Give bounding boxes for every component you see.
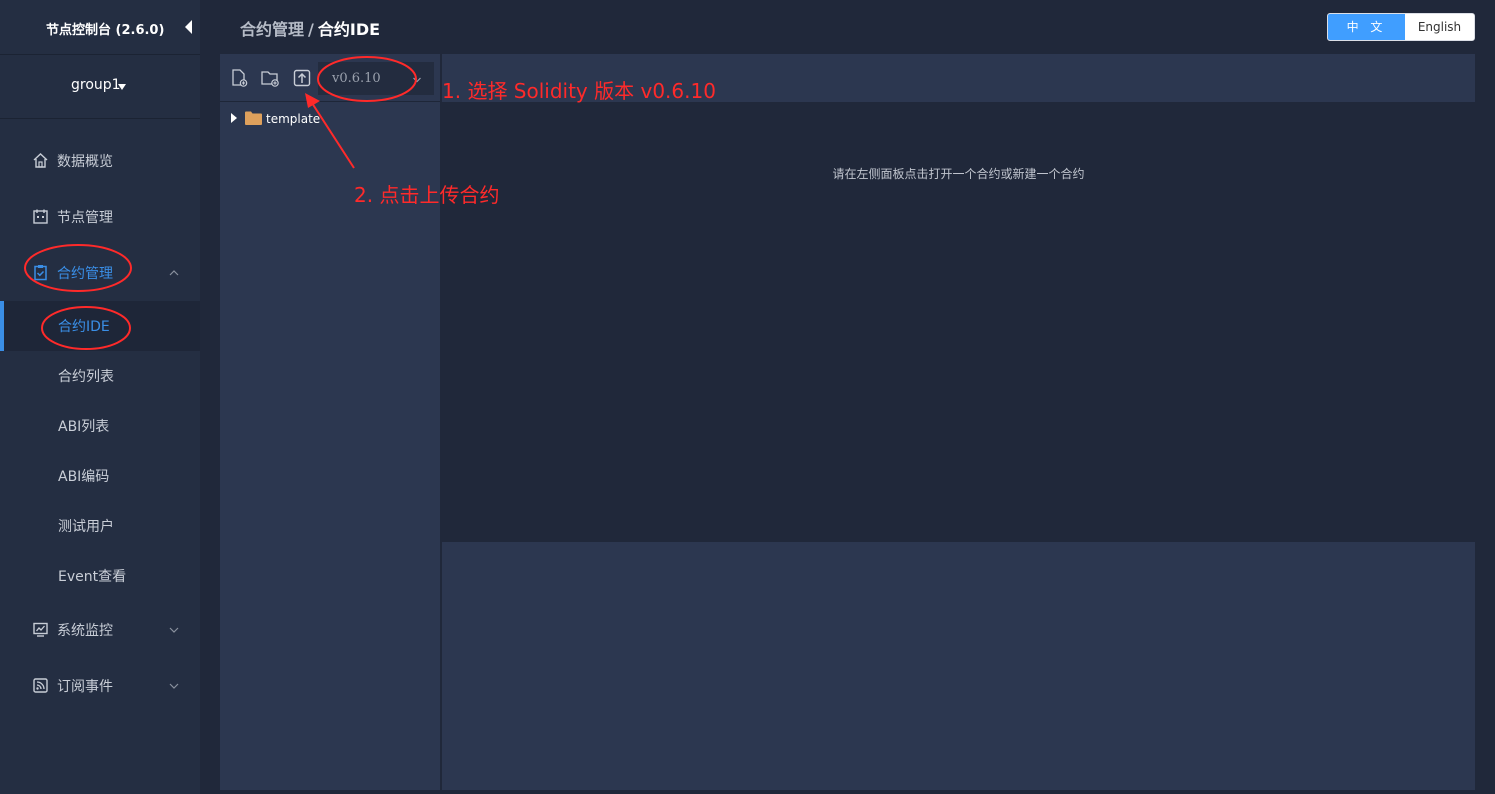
menu-label-monitor: 系统监控 <box>57 623 113 639</box>
tree-item-label: template <box>266 112 321 126</box>
breadcrumb-parent[interactable]: 合约管理 <box>240 20 304 39</box>
submenu-item-abi-list[interactable]: ABI列表 <box>0 401 200 451</box>
editor-console <box>442 542 1475 790</box>
clipboard-icon <box>34 265 47 281</box>
page-header: 合约管理 / 合约IDE 中 文 English <box>200 0 1495 54</box>
chevron-down-icon <box>169 683 179 689</box>
folder-icon <box>245 111 262 125</box>
caret-down-icon <box>118 84 126 90</box>
chevron-down-icon <box>169 627 179 633</box>
rss-icon <box>33 678 48 693</box>
file-panel: v0.6.10 template <box>220 54 440 790</box>
menu-item-node[interactable]: 节点管理 <box>0 192 200 242</box>
brand-header: 节点控制台 (2.6.0) <box>0 0 200 54</box>
menu-label-subscribe: 订阅事件 <box>57 679 113 695</box>
expand-arrow-icon[interactable] <box>231 113 237 123</box>
chevron-up-icon <box>169 270 179 276</box>
brand-title: 节点控制台 (2.6.0) <box>46 23 165 38</box>
version-value: v0.6.10 <box>332 71 381 86</box>
active-indicator <box>0 301 4 351</box>
menu-item-subscribe[interactable]: 订阅事件 <box>0 661 200 711</box>
menu-label-node: 节点管理 <box>57 210 113 226</box>
submenu-label-test-user: 测试用户 <box>58 519 114 535</box>
sidebar: 节点控制台 (2.6.0) group1 数据概览 节点管理 合约管理 合约ID… <box>0 0 200 794</box>
new-file-icon[interactable] <box>229 68 249 88</box>
submenu-label-ide: 合约IDE <box>58 319 110 335</box>
menu-item-monitor[interactable]: 系统监控 <box>0 605 200 655</box>
collapse-sidebar-icon[interactable] <box>185 20 192 34</box>
group-selector[interactable]: group1 <box>0 55 200 118</box>
menu-label-overview: 数据概览 <box>57 154 113 170</box>
calendar-icon <box>33 209 48 224</box>
menu-item-contract[interactable]: 合约管理 <box>0 248 200 298</box>
editor-body: 请在左侧面板点击打开一个合约或新建一个合约 <box>442 104 1475 541</box>
editor-tab-bar <box>442 54 1475 102</box>
monitor-chart-icon <box>33 622 48 637</box>
new-folder-icon[interactable] <box>260 68 280 88</box>
language-switch: 中 文 English <box>1327 13 1475 41</box>
lang-zh-button[interactable]: 中 文 <box>1328 14 1405 40</box>
lang-en-button[interactable]: English <box>1405 14 1474 40</box>
solidity-version-select[interactable]: v0.6.10 <box>318 62 434 95</box>
submenu-item-abi-encode[interactable]: ABI编码 <box>0 451 200 501</box>
submenu-label-abi-encode: ABI编码 <box>58 469 110 485</box>
chevron-down-icon <box>413 77 421 83</box>
file-toolbar: v0.6.10 <box>220 54 440 102</box>
submenu-label-list: 合约列表 <box>58 369 114 385</box>
breadcrumb-separator: / <box>308 20 314 39</box>
submenu-item-ide[interactable]: 合约IDE <box>0 301 200 351</box>
divider <box>0 118 200 119</box>
submenu-label-event: Event查看 <box>58 569 127 585</box>
breadcrumb-current: 合约IDE <box>317 20 381 39</box>
menu-label-contract: 合约管理 <box>57 266 113 282</box>
tree-item-folder[interactable]: template <box>220 106 440 130</box>
submenu-item-list[interactable]: 合约列表 <box>0 351 200 401</box>
editor-empty-hint: 请在左侧面板点击打开一个合约或新建一个合约 <box>832 167 1085 181</box>
menu-item-overview[interactable]: 数据概览 <box>0 136 200 186</box>
breadcrumb: 合约管理 / 合约IDE <box>240 16 380 40</box>
home-icon <box>33 153 48 168</box>
submenu-label-abi-list: ABI列表 <box>58 419 110 435</box>
submenu-item-event[interactable]: Event查看 <box>0 551 200 601</box>
group-label: group1 <box>71 77 121 93</box>
upload-contract-icon[interactable] <box>292 68 312 88</box>
submenu-item-test-user[interactable]: 测试用户 <box>0 501 200 551</box>
